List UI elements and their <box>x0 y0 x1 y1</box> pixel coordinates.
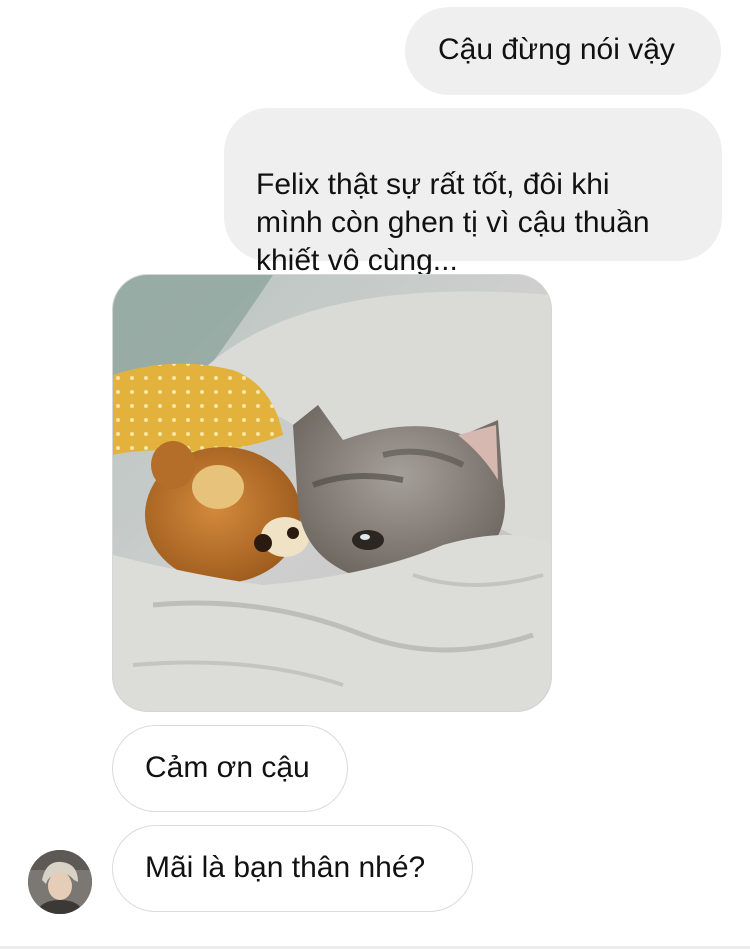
chat-thread: Cậu đừng nói vậy Felix thật sự rất tốt, … <box>0 0 750 949</box>
message-bubble-received[interactable]: Mãi là bạn thân nhé? <box>112 825 473 912</box>
message-text: Mãi là bạn thân nhé? <box>145 851 426 884</box>
message-bubble-received[interactable]: Cảm ơn cậu <box>112 725 348 812</box>
photo-message[interactable] <box>112 274 552 712</box>
message-text: Cậu đừng nói vậy <box>438 33 675 66</box>
user-avatar-photo <box>28 850 92 914</box>
crying-cat-photo <box>113 275 551 711</box>
message-text: Cảm ơn cậu <box>145 751 310 784</box>
message-bubble-sent[interactable]: Cậu đừng nói vậy <box>405 7 721 95</box>
avatar[interactable] <box>28 850 92 914</box>
message-text: Felix thật sự rất tốt, đôi khi mình còn … <box>256 168 650 277</box>
message-bubble-sent[interactable]: Felix thật sự rất tốt, đôi khi mình còn … <box>224 108 722 277</box>
